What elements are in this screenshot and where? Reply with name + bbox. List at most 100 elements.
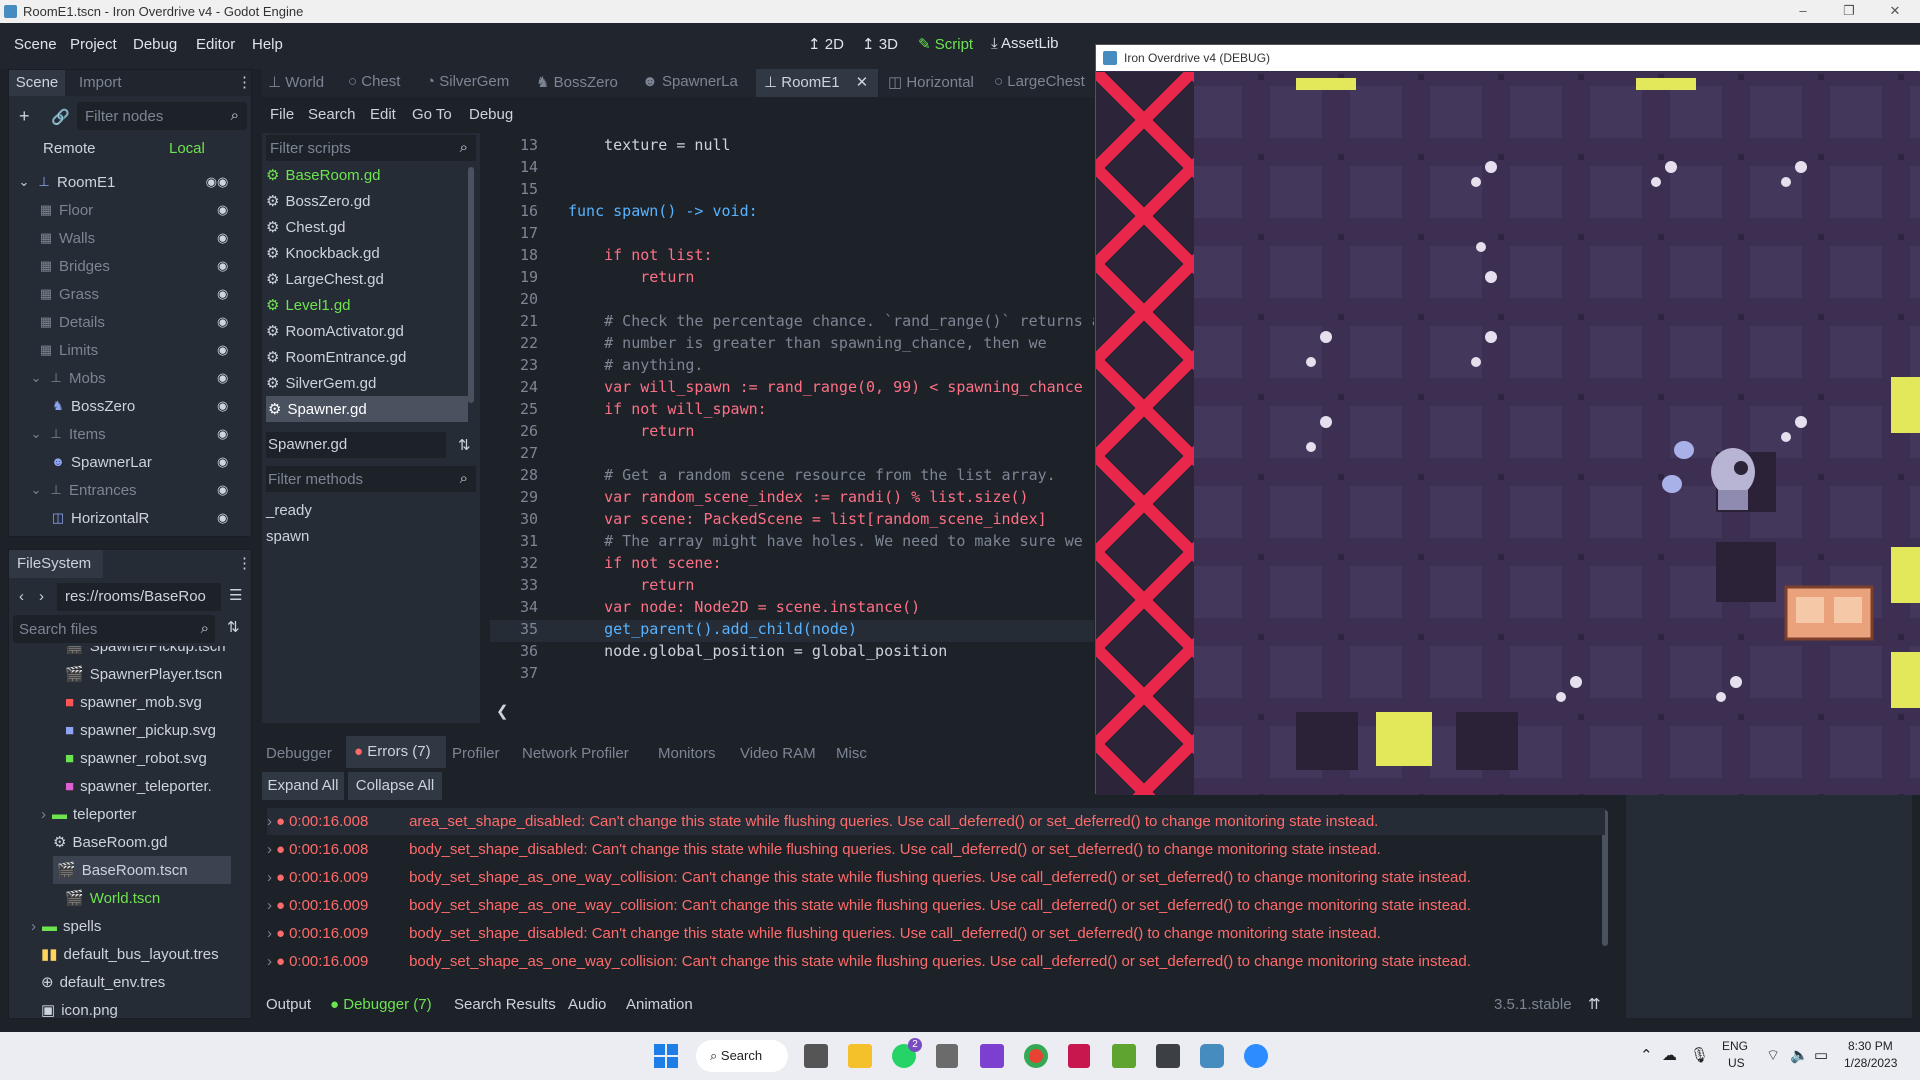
snipping-tool-icon[interactable] (1068, 1044, 1090, 1068)
dock-menu-icon[interactable]: ⋮ (237, 73, 252, 91)
menu-help[interactable]: Help (252, 36, 283, 53)
tree-node-horizontalr[interactable]: ◫ HorizontalR (51, 504, 281, 532)
whatsapp-icon[interactable]: 2 (892, 1038, 922, 1068)
method-spawn[interactable]: spawn (266, 528, 309, 545)
godot-taskbar-icon[interactable] (1200, 1044, 1224, 1068)
file-explorer-icon[interactable] (848, 1044, 872, 1068)
list-view-icon[interactable]: ☰ (229, 586, 242, 604)
back-icon[interactable]: ‹ (19, 588, 24, 605)
close-tab-icon[interactable]: ✕ (856, 74, 869, 91)
file-item[interactable]: ▮▮ default_bus_layout.tres (41, 940, 219, 968)
dock-menu-icon[interactable]: ⋮ (237, 554, 252, 572)
workspace-script-button[interactable]: ✎ Script (918, 35, 973, 53)
sort-methods-icon[interactable]: ⇅ (458, 436, 471, 454)
folder-item[interactable]: › ▬ spells (31, 912, 101, 940)
visibility-icon[interactable]: ◉ (217, 280, 237, 308)
filter-nodes-input[interactable]: Filter nodes ⌕ (77, 102, 247, 130)
visibility-icon[interactable]: ◉ (217, 420, 237, 448)
tab-debugger[interactable]: Debugger (266, 745, 332, 762)
file-item[interactable]: ⊕ default_env.tres (41, 968, 165, 996)
visibility-icon[interactable]: ◉ (217, 364, 237, 392)
local-toggle[interactable]: Local (169, 140, 205, 157)
file-item[interactable]: ■ spawner_pickup.svg (65, 716, 216, 744)
menu-editor[interactable]: Editor (196, 36, 235, 53)
search-files-input[interactable]: Search files ⌕ (13, 615, 215, 643)
error-entry[interactable]: › ● 0:00:16.009 body_set_shape_as_one_way_c… (267, 892, 1605, 919)
chevron-up-icon[interactable]: ⌃ (1640, 1046, 1653, 1064)
tab-video-ram[interactable]: Video RAM (740, 745, 816, 762)
code-editor[interactable]: 13 texture = null 14 15 16 func spawn() -… (490, 133, 1094, 699)
script-menu-goto[interactable]: Go To (412, 106, 452, 123)
file-item-selected[interactable]: 🎬 BaseRoom.tscn (53, 856, 231, 884)
file-item[interactable]: 🎬 World.tscn (65, 884, 160, 912)
tab-bosszero[interactable]: ♞ BossZero (536, 73, 618, 91)
file-item[interactable]: ▣ icon.png (41, 996, 118, 1019)
file-item[interactable]: 🎬 SpawnerPlayer.tscn (65, 660, 222, 688)
menu-project[interactable]: Project (70, 36, 117, 53)
tab-silvergem[interactable]: ◔ SilverGem (426, 73, 509, 90)
obs-icon[interactable] (1156, 1044, 1180, 1068)
tab-monitors[interactable]: Monitors (658, 745, 716, 762)
workspace-assetlib-button[interactable]: ⤓ AssetLib (991, 35, 1059, 52)
error-entry[interactable]: › ● 0:00:16.009 body_set_shape_disabled: Ca… (267, 920, 1605, 947)
add-node-icon[interactable]: + (19, 106, 30, 127)
pin-panel-icon[interactable]: ⇈ (1588, 995, 1601, 1013)
tree-node-roome1[interactable]: ⌄ ⊥ RoomE1 ◉ (17, 168, 247, 196)
taskbar-search[interactable]: ⌕ Search (696, 1040, 788, 1072)
script-menu-debug[interactable]: Debug (469, 106, 513, 123)
visibility-icon[interactable]: ◉ (217, 168, 237, 196)
tab-animation[interactable]: Animation (626, 996, 693, 1013)
visibility-icon[interactable]: ◉ (217, 336, 237, 364)
tab-profiler[interactable]: Profiler (452, 745, 500, 762)
filter-methods-input[interactable]: Filter methods ⌕ (266, 466, 476, 492)
cloud-icon[interactable]: ☁ (1662, 1046, 1677, 1064)
visibility-icon[interactable]: ◉ (217, 252, 237, 280)
script-menu-edit[interactable]: Edit (370, 106, 396, 123)
tab-errors[interactable]: ● Errors (7) (346, 736, 446, 768)
close-window-button[interactable]: ✕ (1872, 0, 1918, 23)
file-item[interactable]: ■ spawner_robot.svg (65, 744, 207, 772)
script-item[interactable]: ⚙ RoomActivator.gd (266, 318, 466, 344)
tab-debugger-bottom[interactable]: ● Debugger (7) (330, 996, 432, 1013)
visibility-icon[interactable]: ◉ (217, 476, 237, 504)
tab-output[interactable]: Output (266, 996, 311, 1013)
start-button[interactable] (654, 1044, 678, 1068)
tab-horizontal[interactable]: ◫ Horizontal (888, 73, 974, 91)
file-item[interactable]: ⚙ BaseRoom.gd (53, 828, 168, 856)
path-field[interactable]: res://rooms/BaseRoo (57, 583, 221, 611)
tab-largechest[interactable]: ○ LargeChest (994, 73, 1085, 90)
menu-scene[interactable]: Scene (14, 36, 57, 53)
script-item[interactable]: ⚙ RoomEntrance.gd (266, 344, 466, 370)
language-indicator[interactable]: ENG (1722, 1039, 1748, 1053)
file-item[interactable]: ■ spawner_mob.svg (65, 688, 202, 716)
tab-filesystem[interactable]: FileSystem (9, 550, 103, 578)
tab-roome1[interactable]: ⊥ RoomE1 ✕ (756, 69, 878, 97)
file-item[interactable]: ■ spawner_teleporter. (65, 772, 212, 800)
error-entry[interactable]: › ● 0:00:16.008 area_set_shape_disabled: Ca… (267, 808, 1605, 835)
volume-icon[interactable]: 🔈 (1790, 1046, 1809, 1064)
wifi-icon[interactable]: ⌔ (1766, 1046, 1780, 1065)
visibility-icon[interactable]: ◉ (217, 392, 237, 420)
script-item[interactable]: ⚙ LargeChest.gd (266, 266, 466, 292)
visibility-icon[interactable]: ◉ (217, 308, 237, 336)
minimize-button[interactable]: – (1780, 0, 1826, 23)
task-view-icon[interactable] (804, 1044, 828, 1068)
clipchamp-icon[interactable] (980, 1044, 1004, 1068)
tab-network-profiler[interactable]: Network Profiler (522, 745, 629, 762)
workspace-2d-button[interactable]: ↥ 2D (808, 35, 844, 53)
tab-search-results[interactable]: Search Results (454, 996, 556, 1013)
tree-node-spawnerlar[interactable]: ☻ SpawnerLar (51, 448, 281, 476)
script-item[interactable]: ⚙ Chest.gd (266, 214, 466, 240)
error-entry[interactable]: › ● 0:00:16.008 body_set_shape_disabled: Ca… (267, 836, 1605, 863)
game-window-titlebar[interactable]: Iron Overdrive v4 (DEBUG) (1096, 45, 1920, 71)
folder-item[interactable]: › ▬ teleporter (41, 800, 136, 828)
tab-audio[interactable]: Audio (568, 996, 606, 1013)
tab-scene[interactable]: Scene (9, 70, 65, 96)
clock-time[interactable]: 8:30 PM (1848, 1039, 1893, 1053)
script-item[interactable]: ⚙ Level1.gd (266, 292, 466, 318)
script-item[interactable]: ⚙ SilverGem.gd (266, 370, 466, 396)
tab-misc[interactable]: Misc (836, 745, 867, 762)
link-icon[interactable]: 🔗 (51, 108, 70, 126)
collapse-all-button[interactable]: Collapse All (348, 772, 442, 800)
visibility-icon[interactable]: ◉ (217, 196, 237, 224)
